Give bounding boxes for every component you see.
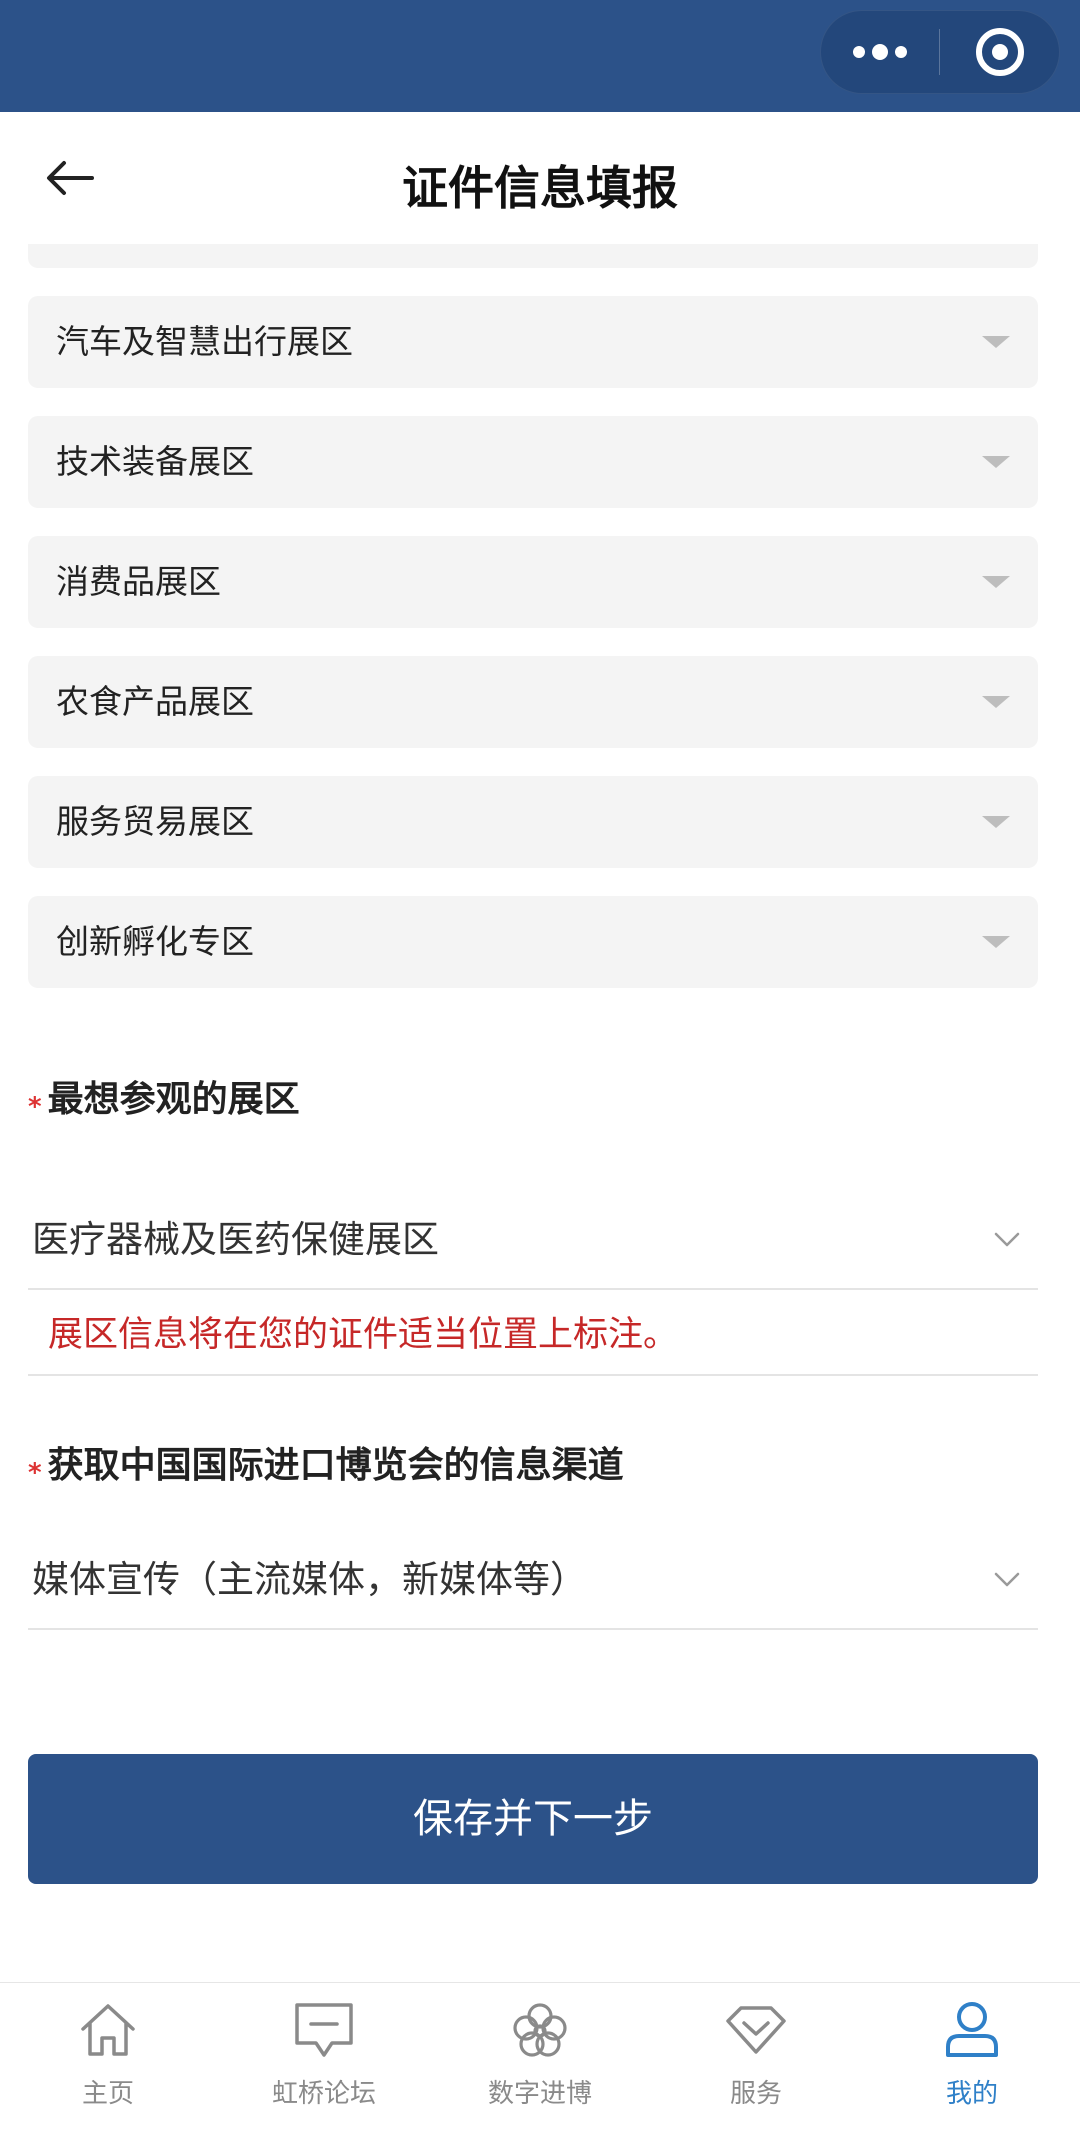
zone-card-equipment[interactable]: 技术装备展区 xyxy=(28,416,1038,508)
info-channel-title: * 获取中国国际进口博览会的信息渠道 xyxy=(28,1436,624,1488)
favorite-zone-title: * 最想参观的展区 xyxy=(28,1070,300,1122)
zone-hint-text: 展区信息将在您的证件适当位置上标注。 xyxy=(48,1315,679,1355)
zone-card-innovation[interactable]: 创新孵化专区 xyxy=(28,896,1038,988)
zone-label: 消费品展区 xyxy=(56,562,221,601)
tab-mine[interactable]: 我的 xyxy=(864,1983,1080,2136)
home-icon xyxy=(81,2004,135,2056)
tab-service[interactable]: 服务 xyxy=(648,1983,864,2136)
info-channel-select[interactable]: 媒体宣传（主流媒体，新媒体等） xyxy=(28,1530,1038,1630)
tab-home[interactable]: 主页 xyxy=(0,1983,216,2136)
triangle-down-icon xyxy=(982,336,1010,348)
zone-card-services[interactable]: 服务贸易展区 xyxy=(28,776,1038,868)
page-title: 证件信息填报 xyxy=(402,161,678,215)
tab-label: 我的 xyxy=(945,2079,998,2109)
status-bar xyxy=(0,0,1080,112)
triangle-down-icon xyxy=(982,816,1010,828)
favorite-zone-title-text: 最想参观的展区 xyxy=(47,1079,300,1120)
save-next-button[interactable]: 保存并下一步 xyxy=(28,1754,1038,1884)
zone-label: 服务贸易展区 xyxy=(56,802,254,841)
close-mini-program-icon[interactable] xyxy=(940,10,1059,94)
zone-card-food[interactable]: 农食产品展区 xyxy=(28,656,1038,748)
nav-bar: 证件信息填报 xyxy=(0,112,1080,244)
chevron-down-icon xyxy=(994,1232,1020,1247)
zone-card-partial xyxy=(28,244,1038,268)
zone-label: 汽车及智慧出行展区 xyxy=(56,322,353,361)
zone-hint: 展区信息将在您的证件适当位置上标注。 xyxy=(28,1296,1038,1376)
triangle-down-icon xyxy=(982,456,1010,468)
favorite-zone-value: 医疗器械及医药保健展区 xyxy=(32,1218,439,1261)
clover-icon xyxy=(513,2003,567,2057)
required-mark: * xyxy=(28,1458,42,1488)
triangle-down-icon xyxy=(982,576,1010,588)
forum-icon xyxy=(295,2003,353,2057)
tab-label: 服务 xyxy=(729,2079,782,2109)
triangle-down-icon xyxy=(982,696,1010,708)
zone-card-auto[interactable]: 汽车及智慧出行展区 xyxy=(28,296,1038,388)
tab-digital[interactable]: 数字进博 xyxy=(432,1983,648,2136)
tab-label: 主页 xyxy=(81,2079,134,2109)
favorite-zone-select[interactable]: 医疗器械及医药保健展区 xyxy=(28,1190,1038,1290)
zone-card-consumer[interactable]: 消费品展区 xyxy=(28,536,1038,628)
info-channel-title-text: 获取中国国际进口博览会的信息渠道 xyxy=(47,1445,624,1486)
more-options-icon[interactable] xyxy=(821,10,939,94)
tab-label: 数字进博 xyxy=(487,2079,592,2109)
tab-label: 虹桥论坛 xyxy=(271,2079,376,2109)
chevron-down-icon xyxy=(994,1572,1020,1587)
zone-label: 农食产品展区 xyxy=(56,682,254,721)
bottom-tab-bar: 主页 虹桥论坛 数字进博 服务 我的 xyxy=(0,1982,1080,2136)
zone-label: 创新孵化专区 xyxy=(56,922,254,961)
mini-program-capsule xyxy=(820,10,1060,94)
diamond-icon xyxy=(726,2006,786,2054)
required-mark: * xyxy=(28,1092,42,1122)
info-channel-value: 媒体宣传（主流媒体，新媒体等） xyxy=(32,1558,587,1601)
tab-forum[interactable]: 虹桥论坛 xyxy=(216,1983,432,2136)
user-icon xyxy=(946,2002,998,2057)
triangle-down-icon xyxy=(982,936,1010,948)
zone-label: 技术装备展区 xyxy=(56,442,254,481)
